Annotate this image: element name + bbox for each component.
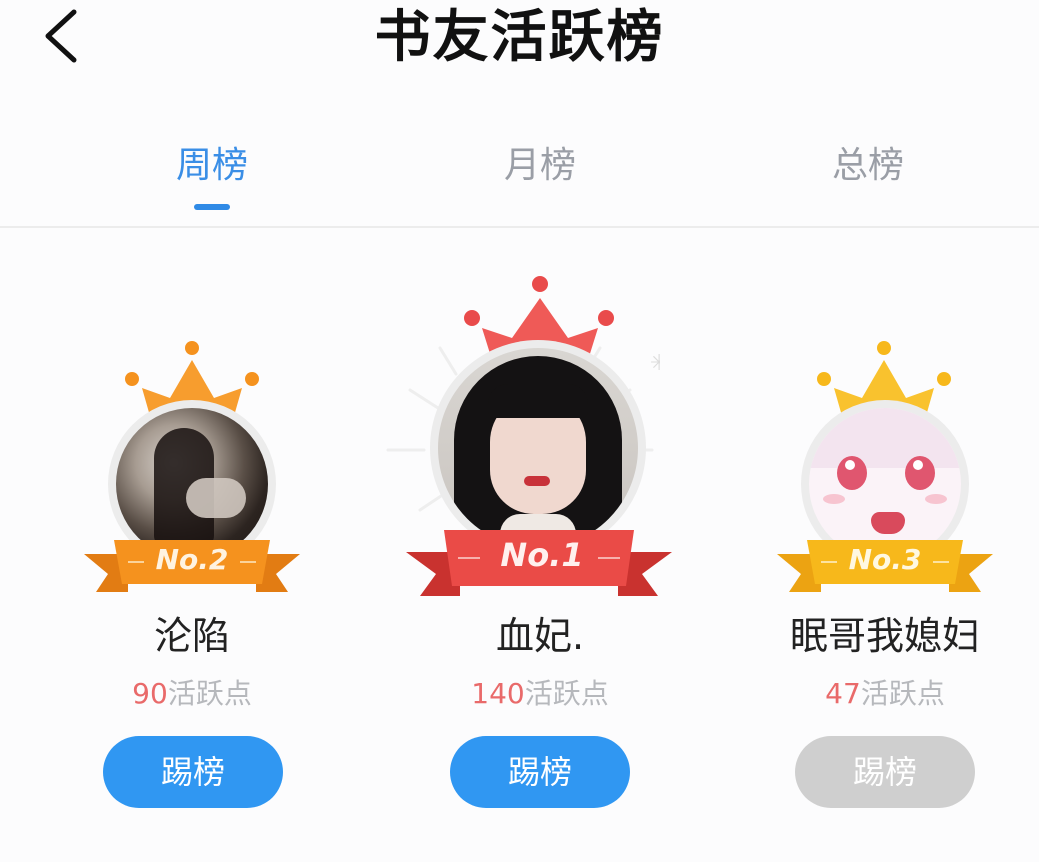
user-name: 沦陷 (153, 614, 230, 658)
user-name: 血妃. (495, 614, 585, 658)
tab-weekly[interactable]: 周榜 (112, 140, 312, 192)
rank-label: No.3 (848, 543, 922, 576)
activity-points: 90活跃点 (92, 676, 292, 712)
points-value: 47 (825, 677, 861, 710)
kick-button[interactable]: 踢榜 (103, 736, 283, 808)
kick-button[interactable]: 踢榜 (795, 736, 975, 808)
rank-2-card: No.2 沦陷 90活跃点 踢榜 (84, 336, 300, 816)
rank-label: No.1 (500, 536, 584, 574)
activity-points: 47活跃点 (770, 676, 1000, 712)
active-tab-indicator (194, 204, 230, 210)
svg-text:✳: ✳ (650, 351, 660, 376)
tab-monthly[interactable]: 月榜 (440, 140, 640, 192)
rank-1-card: ✳ No.1 血妃. 140活跃点 踢榜 (386, 272, 672, 816)
kick-button[interactable]: 踢榜 (450, 736, 630, 808)
points-unit: 活跃点 (860, 677, 945, 710)
page-title: 书友活跃榜 (374, 4, 665, 70)
rank-3-card: No.3 眠哥我媳妇 47活跃点 踢榜 (770, 336, 1000, 816)
user-name: 眠哥我媳妇 (789, 614, 980, 658)
tab-total[interactable]: 总榜 (768, 140, 968, 192)
points-value: 140 (471, 677, 525, 710)
activity-points: 140活跃点 (410, 676, 670, 712)
top-three-podium: No.2 沦陷 90活跃点 踢榜 ✳ No.1 血妃. 140活跃点 踢榜 No… (0, 240, 1039, 862)
avatar[interactable] (438, 348, 638, 548)
leaderboard-page: 书友活跃榜 周榜 月榜 总榜 No.2 沦陷 90活跃点 踢榜 ✳ No.1 血… (0, 0, 1039, 862)
top-bar: 书友活跃榜 (0, 0, 1039, 90)
period-tabs: 周榜 月榜 总榜 (0, 130, 1039, 228)
points-value: 90 (132, 677, 168, 710)
points-unit: 活跃点 (167, 677, 252, 710)
points-unit: 活跃点 (524, 677, 609, 710)
rank-label: No.2 (155, 543, 229, 576)
